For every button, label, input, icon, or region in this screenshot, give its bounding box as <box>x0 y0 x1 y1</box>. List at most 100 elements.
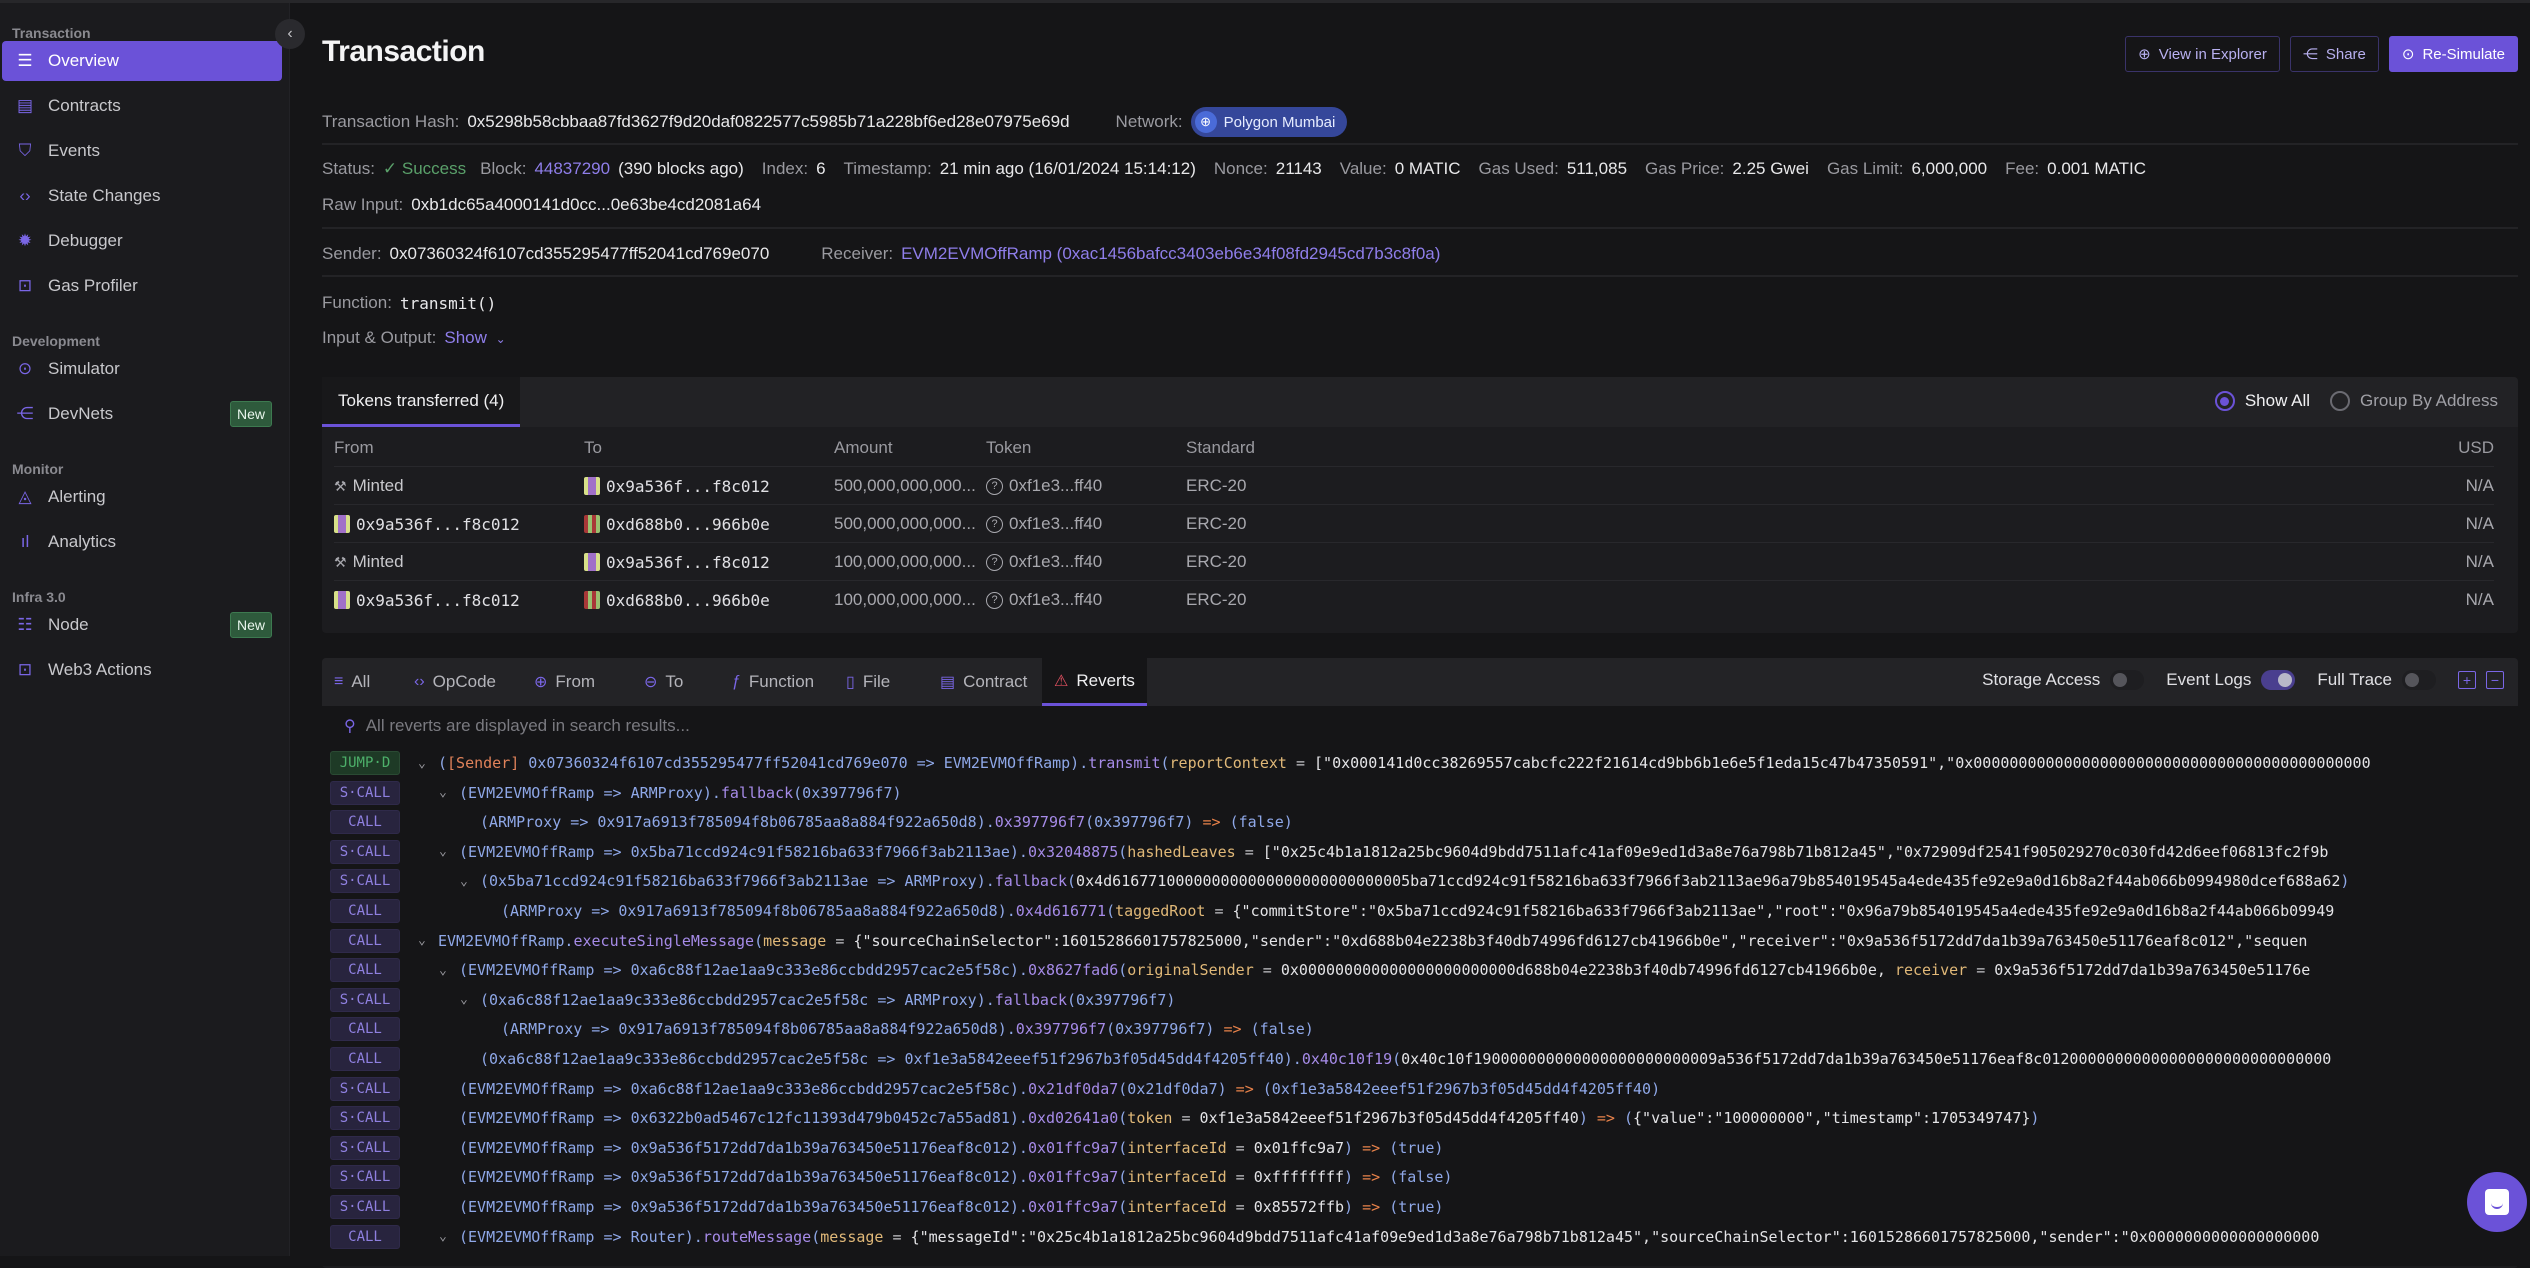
function-name[interactable]: 0x397796f7 <box>1016 1020 1106 1038</box>
chevron-down-icon[interactable]: ⌄ <box>439 785 459 800</box>
chevron-down-icon[interactable]: ⌄ <box>439 963 459 978</box>
receiver-link[interactable]: EVM2EVMOffRamp (0xac1456bafcc3403eb6e34f… <box>901 244 1440 264</box>
trace-line[interactable]: S·CALL (EVM2EVMOffRamp => 0x9a536f5172dd7… <box>322 1192 2518 1222</box>
function-name[interactable]: executeSingleMessage <box>573 932 754 950</box>
to-address[interactable]: 0x9a536f...f8c012 <box>606 553 770 572</box>
column-header-usd: USD <box>2458 438 2494 457</box>
event-logs-switch[interactable] <box>2261 670 2296 690</box>
expand-all-icon[interactable]: + <box>2458 671 2476 689</box>
sidebar-item-simulator[interactable]: ⊙ Simulator <box>2 349 282 389</box>
function-name[interactable]: 0x21df0da7 <box>1028 1080 1118 1098</box>
from-address[interactable]: 0x9a536f...f8c012 <box>356 515 520 534</box>
sidebar-item-alerting[interactable]: ◬ Alerting <box>2 477 282 517</box>
opcode-badge: CALL <box>330 958 400 983</box>
function-name[interactable]: 0x01ffc9a7 <box>1028 1168 1118 1186</box>
tab-reverts[interactable]: ⚠ Reverts <box>1042 658 1147 706</box>
call-text: (EVM2EVMOffRamp => 0x5ba71ccd924c91f5821… <box>459 842 1028 861</box>
trace-line[interactable]: S·CALL ⌄ (0x5ba71ccd924c91f58216ba633f7966… <box>322 866 2518 896</box>
sidebar-item-contracts[interactable]: ▤ Contracts <box>2 86 282 126</box>
function-name[interactable]: fallback <box>995 872 1067 890</box>
function-name[interactable]: fallback <box>995 991 1067 1009</box>
tab-function[interactable]: ƒ Function <box>720 658 826 706</box>
function-name[interactable]: fallback <box>721 784 793 802</box>
input-output-toggle[interactable]: Show ⌄ <box>444 328 505 348</box>
tab-file[interactable]: ▯ File <box>834 658 902 706</box>
function-name[interactable]: 0x01ffc9a7 <box>1028 1139 1118 1157</box>
collapse-all-icon[interactable]: − <box>2486 671 2504 689</box>
sidebar-item-devnets[interactable]: ⋲ DevNets New <box>2 394 282 434</box>
collapse-sidebar-button[interactable]: ‹ <box>275 19 305 49</box>
event-logs-toggle[interactable]: Event Logs <box>2166 670 2296 690</box>
to-address[interactable]: 0xd688b0...966b0e <box>606 591 770 610</box>
trace-line[interactable]: CALL (ARMProxy => 0x917a6913f785094f8b067… <box>322 1014 2518 1044</box>
raw-input-value[interactable]: 0xb1dc65a4000141d0cc...0e63be4cd2081a64 <box>411 195 761 215</box>
tab-all[interactable]: ≡ All <box>322 658 382 706</box>
token-cell[interactable]: ? 0xf1e3...ff40 <box>986 505 1102 543</box>
function-name[interactable]: 0x4d616771 <box>1016 902 1106 920</box>
function-name[interactable]: transmit <box>1088 754 1160 772</box>
token-cell[interactable]: ? 0xf1e3...ff40 <box>986 467 1102 505</box>
trace-line[interactable]: S·CALL ⌄ (0xa6c88f12ae1aa9c333e86ccbdd2957… <box>322 985 2518 1015</box>
tab-opcode[interactable]: ‹› OpCode <box>402 658 508 706</box>
sidebar-item-gas-profiler[interactable]: ⊡ Gas Profiler <box>2 266 282 306</box>
block-link[interactable]: 44837290 <box>534 159 610 179</box>
trace-line[interactable]: S·CALL (EVM2EVMOffRamp => 0x9a536f5172dd7… <box>322 1162 2518 1192</box>
trace-line[interactable]: CALL ⌄ EVM2EVMOffRamp. executeSingleMessage… <box>322 926 2518 956</box>
tab-to[interactable]: ⊖ To <box>632 658 695 706</box>
function-name[interactable]: 0xd02641a0 <box>1028 1109 1118 1127</box>
trace-line[interactable]: CALL (ARMProxy => 0x917a6913f785094f8b067… <box>322 896 2518 926</box>
sidebar-item-debugger[interactable]: ✹ Debugger <box>2 221 282 261</box>
radio-show-all[interactable]: Show All <box>2214 391 2310 411</box>
function-name[interactable]: 0x01ffc9a7 <box>1028 1198 1118 1216</box>
tab-contract[interactable]: ▤ Contract <box>928 658 1039 706</box>
sidebar-item-web3-actions[interactable]: ⊡ Web3 Actions <box>2 650 282 690</box>
chevron-down-icon[interactable]: ⌄ <box>439 1229 459 1244</box>
function-name[interactable]: 0x32048875 <box>1028 843 1118 861</box>
expand-collapse-group: + − <box>2458 671 2504 689</box>
trace-line[interactable]: CALL (0xa6c88f12ae1aa9c333e86ccbdd2957cac… <box>322 1044 2518 1074</box>
re-simulate-button[interactable]: ⊙ Re-Simulate <box>2388 36 2518 72</box>
radio-group-by-address[interactable]: Group By Address <box>2330 391 2498 411</box>
support-chat-button[interactable] <box>2467 1172 2527 1232</box>
sidebar-item-state-changes[interactable]: ‹› State Changes <box>2 176 282 216</box>
function-name[interactable]: 0x8627fad6 <box>1028 961 1118 979</box>
trace-line[interactable]: JUMP·D ⌄([Sender] 0x07360324f6107cd355295… <box>322 748 2518 778</box>
function-name[interactable]: routeMessage <box>703 1228 811 1246</box>
column-header-standard: Standard <box>1186 438 1255 457</box>
trace-line[interactable]: CALL ⌄ (EVM2EVMOffRamp => Router). routeMes… <box>322 1222 2518 1252</box>
sidebar-item-overview[interactable]: ☰ Overview <box>2 41 282 81</box>
trace-line[interactable]: S·CALL (EVM2EVMOffRamp => 0xa6c88f12ae1aa… <box>322 1074 2518 1104</box>
storage-access-toggle[interactable]: Storage Access <box>1982 670 2145 690</box>
storage-access-switch[interactable] <box>2110 670 2145 690</box>
chevron-down-icon[interactable]: ⌄ <box>418 933 438 948</box>
share-button[interactable]: ⋲ Share <box>2289 36 2379 72</box>
to-address[interactable]: 0xd688b0...966b0e <box>606 515 770 534</box>
function-name[interactable]: 0x40c10f19 <box>1302 1050 1392 1068</box>
tab-from[interactable]: ⊕ From <box>522 658 607 706</box>
trace-line[interactable]: CALL ⌄ (EVM2EVMOffRamp => 0xa6c88f12ae1aa9… <box>322 955 2518 985</box>
full-trace-switch[interactable] <box>2402 670 2436 690</box>
trace-line[interactable]: CALL (ARMProxy => 0x917a6913f785094f8b067… <box>322 807 2518 837</box>
chevron-down-icon[interactable]: ⌄ <box>418 756 438 771</box>
sender-value[interactable]: 0x07360324f6107cd355295477ff52041cd769e0… <box>390 244 770 264</box>
token-cell[interactable]: ? 0xf1e3...ff40 <box>986 581 1102 619</box>
trace-line[interactable]: S·CALL ⌄ (EVM2EVMOffRamp => ARMProxy). fall… <box>322 778 2518 808</box>
tx-hash-value[interactable]: 0x5298b58cbbaa87fd3627f9d20daf0822577c59… <box>467 112 1069 132</box>
sidebar-item-node[interactable]: ☷ Node New <box>2 605 282 645</box>
trace-line[interactable]: S·CALL (EVM2EVMOffRamp => 0x9a536f5172dd7… <box>322 1133 2518 1163</box>
tab-tokens-transferred[interactable]: Tokens transferred (4) <box>322 377 521 427</box>
view-in-explorer-button[interactable]: ⊕ View in Explorer <box>2125 36 2280 72</box>
trace-line[interactable]: S·CALL ⌄ (EVM2EVMOffRamp => 0x5ba71ccd924c… <box>322 837 2518 867</box>
function-name[interactable]: 0x397796f7 <box>995 813 1085 831</box>
to-address[interactable]: 0x9a536f...f8c012 <box>606 477 770 496</box>
token-cell[interactable]: ? 0xf1e3...ff40 <box>986 543 1102 581</box>
trace-search-input[interactable] <box>365 716 1166 736</box>
chevron-down-icon[interactable]: ⌄ <box>460 992 480 1007</box>
sidebar-item-events[interactable]: ⛉ Events <box>2 131 282 171</box>
chevron-down-icon[interactable]: ⌄ <box>460 874 480 889</box>
chevron-down-icon[interactable]: ⌄ <box>439 844 459 859</box>
trace-line[interactable]: S·CALL (EVM2EVMOffRamp => 0x6322b0ad5467c… <box>322 1103 2518 1133</box>
sidebar-item-analytics[interactable]: ıl Analytics <box>2 522 282 562</box>
from-address[interactable]: 0x9a536f...f8c012 <box>356 591 520 610</box>
full-trace-toggle[interactable]: Full Trace <box>2317 670 2436 690</box>
